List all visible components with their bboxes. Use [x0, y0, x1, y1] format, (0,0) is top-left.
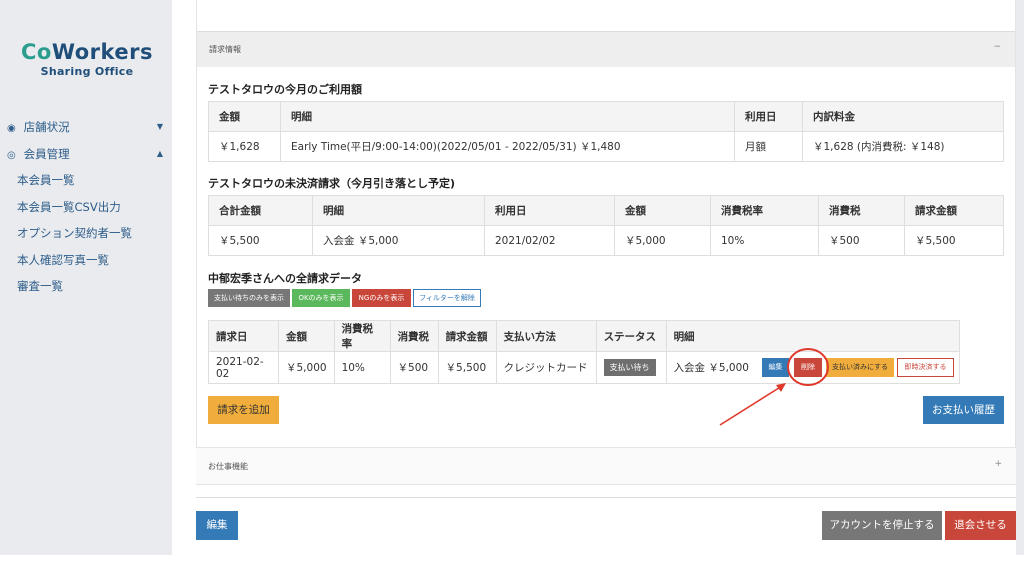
sidebar-nav: ◉ 店舗状況 ▼ ◎ 会員管理 ▲ 本会員一覧 本会員一覧CSV出力 オプション…: [0, 114, 172, 300]
table-cell: 月額: [734, 131, 803, 162]
all-bills-title: 中郁宏季さんへの全請求データ: [208, 272, 362, 285]
table-cell: ￥1,628: [208, 131, 281, 162]
column-header: 内訳料金: [802, 101, 1004, 132]
jobs-panel-title: お仕事機能: [208, 462, 248, 471]
caret-down-icon: ▼: [156, 122, 163, 131]
table-cell: ￥5,000: [278, 351, 335, 384]
table-cell: 2021-02-02: [208, 351, 279, 384]
column-header: ステータス: [595, 320, 667, 352]
table-cell: 10%: [333, 351, 391, 384]
settle-now-button[interactable]: 即時決済する: [897, 358, 954, 377]
logo-tagline: Sharing Office: [40, 65, 134, 78]
column-header: 消費税率: [710, 195, 819, 226]
column-header: 明細: [280, 101, 735, 132]
edit-bill-button[interactable]: 編集: [762, 358, 789, 377]
sidebar-item-id-photos[interactable]: 本人確認写真一覧: [0, 247, 172, 274]
table-cell: ￥500: [818, 225, 905, 256]
column-header: 消費税: [818, 195, 905, 226]
usage-table: 金額 明細 利用日 内訳料金 ￥1,628 Early Time(平日/9:00…: [208, 101, 1004, 162]
delete-bill-button[interactable]: 削除: [794, 358, 822, 377]
unsettled-title: テストタロウの未決済請求（今月引き落とし予定): [208, 177, 456, 190]
status-badge: 支払い待ち: [603, 359, 656, 376]
column-header: 合計金額: [208, 195, 313, 226]
filter-clear-button[interactable]: フィルターを解除: [413, 289, 481, 307]
table-header-row: 合計金額 明細 利用日 金額 消費税率 消費税 請求金額: [208, 195, 1004, 226]
column-header: 請求日: [208, 320, 279, 352]
collapse-icon[interactable]: −: [993, 42, 1001, 52]
table-cell: 2021/02/02: [484, 225, 615, 256]
sidebar-item-label: 会員管理: [23, 146, 70, 161]
coworkers-logo[interactable]: CoWorkers Sharing Office: [12, 40, 162, 78]
sidebar-item-member-list[interactable]: 本会員一覧: [0, 167, 172, 194]
table-cell: ￥1,628 (内消費税: ￥148): [802, 131, 1004, 162]
table-cell: Early Time(平日/9:00-14:00)(2022/05/01 - 2…: [280, 131, 735, 162]
withdraw-member-button[interactable]: 退会させる: [945, 511, 1016, 540]
filter-ng-button[interactable]: NGのみを表示: [352, 289, 411, 307]
jobs-panel-header[interactable]: お仕事機能 +: [196, 447, 1016, 484]
sidebar-item-label: 店舗状況: [23, 120, 70, 134]
table-cell: ￥5,500: [208, 225, 313, 256]
right-edge: [1016, 0, 1024, 555]
sidebar-item-member-management[interactable]: ◎ 会員管理 ▲: [0, 141, 172, 168]
table-cell: ￥5,500: [437, 351, 497, 384]
filter-ok-button[interactable]: OKのみを表示: [292, 289, 350, 307]
column-header: 消費税: [389, 320, 439, 352]
user-circle-icon: ◎: [7, 149, 16, 161]
table-cell: ￥5,500: [904, 225, 1004, 256]
table-header-row: 金額 明細 利用日 内訳料金: [208, 101, 1004, 132]
expand-icon[interactable]: +: [994, 459, 1002, 469]
sidebar: CoWorkers Sharing Office ◉ 店舗状況 ▼ ◎ 会員管理…: [0, 0, 172, 555]
table-cell: 入会金 ￥5,000: [312, 225, 485, 256]
table-cell: ￥5,000: [614, 225, 711, 256]
column-header: 利用日: [484, 195, 615, 226]
dashboard-icon: ◉: [7, 123, 16, 134]
usage-title: テストタロウの今月のご利用額: [208, 83, 362, 96]
add-bill-button[interactable]: 請求を追加: [208, 396, 279, 424]
column-header: 明細: [312, 195, 485, 226]
column-header: 利用日: [734, 101, 803, 132]
table-cell: 支払い待ち: [595, 351, 667, 384]
column-header: 請求金額: [904, 195, 1004, 226]
column-header: 支払い方法: [495, 320, 597, 352]
table-cell: クレジットカード: [495, 351, 597, 384]
column-header: 消費税率: [333, 320, 391, 352]
column-header: 金額: [278, 320, 335, 352]
sidebar-item-option-contracts[interactable]: オプション契約者一覧: [0, 220, 172, 247]
column-header: 請求金額: [437, 320, 497, 352]
column-header: 金額: [208, 101, 281, 132]
table-cell: 10%: [710, 225, 819, 256]
table-row: ￥1,628 Early Time(平日/9:00-14:00)(2022/05…: [208, 131, 1004, 162]
divider: [196, 497, 1016, 498]
payment-history-button[interactable]: お支払い履歴: [923, 396, 1004, 424]
table-header-row: 請求日 金額 消費税率 消費税 請求金額 支払い方法 ステータス 明細: [208, 320, 961, 352]
filter-pending-button[interactable]: 支払い待ちのみを表示: [208, 289, 290, 307]
edit-member-button[interactable]: 編集: [196, 511, 238, 540]
sidebar-item-member-csv[interactable]: 本会員一覧CSV出力: [0, 194, 172, 221]
billing-panel-title: 請求情報: [209, 45, 241, 54]
sidebar-item-store-status[interactable]: ◉ 店舗状況 ▼: [0, 114, 172, 141]
table-row: ￥5,500 入会金 ￥5,000 2021/02/02 ￥5,000 10% …: [208, 225, 1004, 256]
billing-panel-header[interactable]: 請求情報 −: [197, 31, 1015, 67]
suspend-account-button[interactable]: アカウントを停止する: [822, 511, 942, 540]
unsettled-table: 合計金額 明細 利用日 金額 消費税率 消費税 請求金額 ￥5,500 入会金 …: [208, 195, 1004, 256]
logo-wordmark: CoWorkers: [20, 40, 154, 64]
caret-up-icon: ▲: [156, 148, 163, 158]
column-header: 明細: [665, 320, 961, 352]
column-header: 金額: [614, 195, 711, 226]
sidebar-item-review-list[interactable]: 審査一覧: [0, 273, 172, 300]
bottom-strip: [0, 555, 1024, 575]
table-cell: ￥500: [389, 351, 439, 384]
mark-paid-button[interactable]: 支払い済みにする: [826, 358, 894, 377]
